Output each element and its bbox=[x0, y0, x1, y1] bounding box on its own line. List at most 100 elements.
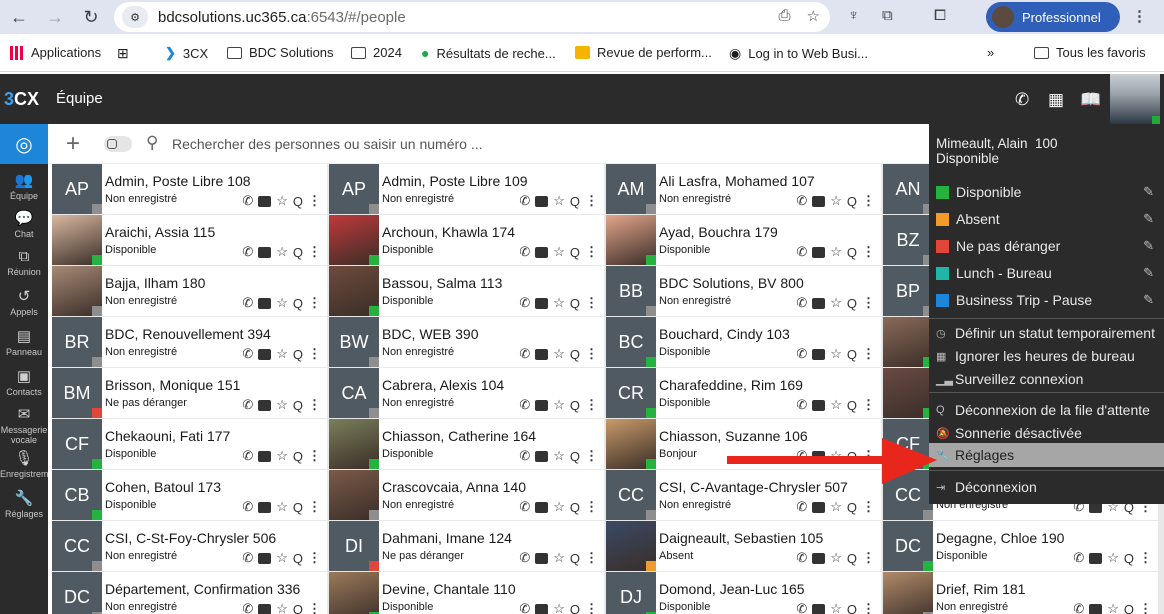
contact-avatar[interactable]: BR bbox=[52, 317, 102, 367]
sidebar-item-reunion[interactable]: ⧉ Réunion bbox=[0, 248, 48, 277]
contact-avatar[interactable]: DS bbox=[606, 521, 656, 571]
contact-avatar[interactable]: DC bbox=[329, 572, 379, 614]
queue-icon[interactable]: Q bbox=[847, 551, 857, 566]
call-icon[interactable]: ✆ bbox=[1073, 601, 1084, 614]
star-icon[interactable]: ☆ bbox=[553, 295, 565, 311]
call-icon[interactable]: ✆ bbox=[242, 601, 253, 614]
more-icon[interactable]: ⋮ bbox=[1139, 601, 1152, 614]
chat-icon[interactable] bbox=[1089, 603, 1103, 614]
chat-icon[interactable] bbox=[258, 348, 272, 360]
bookmarks-overflow[interactable]: » bbox=[987, 45, 994, 60]
contact-avatar[interactable] bbox=[883, 317, 933, 367]
contact-avatar[interactable]: BM bbox=[52, 368, 102, 418]
contact-avatar[interactable]: AP bbox=[52, 164, 102, 214]
contact-card[interactable]: AKArchoun, Khawla 174 Disponible ✆ ☆ Q ⋮ bbox=[329, 215, 604, 265]
profile-button[interactable]: Professionnel bbox=[986, 2, 1120, 32]
call-icon[interactable]: ✆ bbox=[796, 244, 807, 260]
queue-icon[interactable]: Q bbox=[570, 347, 580, 362]
menu-monitor-connection[interactable]: ▁▃ Surveillez connexion bbox=[929, 366, 1164, 392]
more-icon[interactable]: ⋮ bbox=[585, 550, 598, 566]
star-icon[interactable]: ☆ bbox=[830, 346, 842, 362]
call-icon[interactable]: ✆ bbox=[1073, 550, 1084, 566]
star-icon[interactable]: ☆ bbox=[830, 397, 842, 413]
status-lunch-bureau[interactable]: Lunch - Bureau ✎ bbox=[929, 260, 1164, 286]
add-icon[interactable]: + bbox=[66, 130, 80, 158]
more-icon[interactable]: ⋮ bbox=[308, 499, 321, 515]
star-icon[interactable]: ☆ bbox=[830, 499, 842, 515]
bookmark-login[interactable]: ◉ Log in to Web Busi... bbox=[729, 45, 868, 62]
bookmark-bdc-solutions[interactable]: BDC Solutions bbox=[227, 45, 334, 60]
queue-icon[interactable]: Q bbox=[570, 194, 580, 209]
puzzle-icon[interactable]: ⧉ bbox=[882, 7, 893, 24]
contact-card[interactable]: CCChiasson, Catherine 164 Disponible ✆ ☆ Q ⋮ bbox=[329, 419, 604, 469]
chat-icon[interactable] bbox=[258, 246, 272, 258]
queue-icon[interactable]: Q bbox=[293, 347, 303, 362]
site-info-icon[interactable]: ⚙ bbox=[122, 6, 148, 28]
bookmark-applications[interactable]: Applications bbox=[10, 45, 101, 60]
queue-icon[interactable]: Q bbox=[570, 245, 580, 260]
contact-card[interactable]: BW BDC, WEB 390 Non enregistré ✆ ☆ Q ⋮ bbox=[329, 317, 604, 367]
chrome-app-icon[interactable]: ◎ bbox=[0, 124, 48, 164]
address-bar[interactable]: ⚙ bdcsolutions.uc365.ca:6543/#/people ⎙ … bbox=[114, 2, 830, 32]
user-avatar[interactable] bbox=[1110, 74, 1160, 124]
more-icon[interactable]: ⋮ bbox=[585, 499, 598, 515]
contact-avatar[interactable]: CC bbox=[52, 521, 102, 571]
more-icon[interactable]: ⋮ bbox=[585, 193, 598, 209]
contact-avatar[interactable]: DJ bbox=[606, 572, 656, 614]
star-icon[interactable]: ☆ bbox=[553, 550, 565, 566]
pencil-icon[interactable]: ✎ bbox=[1143, 265, 1154, 281]
queue-icon[interactable]: Q bbox=[1124, 551, 1134, 566]
star-icon[interactable]: ☆ bbox=[1107, 550, 1119, 566]
back-icon[interactable]: ← bbox=[4, 2, 34, 32]
chat-icon[interactable] bbox=[535, 246, 549, 258]
more-icon[interactable]: ⋮ bbox=[862, 295, 875, 311]
queue-icon[interactable]: Q bbox=[293, 551, 303, 566]
more-icon[interactable]: ⋮ bbox=[585, 601, 598, 614]
contact-avatar[interactable]: CC bbox=[606, 470, 656, 520]
contact-avatar[interactable]: CC bbox=[329, 419, 379, 469]
star-icon[interactable]: ☆ bbox=[276, 346, 288, 362]
chat-icon[interactable] bbox=[812, 603, 826, 614]
bookmark-revue[interactable]: Revue de perform... bbox=[575, 45, 712, 60]
call-icon[interactable]: ✆ bbox=[242, 550, 253, 566]
contact-avatar[interactable]: DC bbox=[883, 521, 933, 571]
queue-icon[interactable]: Q bbox=[847, 296, 857, 311]
call-icon[interactable]: ✆ bbox=[242, 346, 253, 362]
extension-icon[interactable]: ♆ bbox=[848, 7, 859, 24]
contact-avatar[interactable]: BI bbox=[52, 266, 102, 316]
contact-card[interactable]: CB Cohen, Batoul 173 Disponible ✆ ☆ Q ⋮ bbox=[52, 470, 327, 520]
more-icon[interactable]: ⋮ bbox=[862, 601, 875, 614]
menu-settings[interactable]: 🔧 Réglages bbox=[929, 443, 1164, 467]
contact-card[interactable]: CC CSI, C-St-Foy-Chrysler 506 Non enregist… bbox=[52, 521, 327, 571]
star-icon[interactable]: ☆ bbox=[276, 193, 288, 209]
queue-icon[interactable]: Q bbox=[293, 449, 303, 464]
star-icon[interactable]: ☆ bbox=[276, 499, 288, 515]
status-absent[interactable]: Absent ✎ bbox=[929, 206, 1164, 232]
queue-icon[interactable]: Q bbox=[570, 551, 580, 566]
contact-card[interactable]: BIBajja, Ilham 180 Non enregistré ✆ ☆ Q ⋮ bbox=[52, 266, 327, 316]
contact-avatar[interactable]: DR bbox=[883, 572, 933, 614]
star-icon[interactable]: ☆ bbox=[276, 601, 288, 614]
queue-icon[interactable]: Q bbox=[293, 194, 303, 209]
chat-icon[interactable] bbox=[258, 603, 272, 614]
call-icon[interactable]: ✆ bbox=[796, 193, 807, 209]
contact-avatar[interactable]: BS bbox=[329, 266, 379, 316]
chat-icon[interactable] bbox=[812, 297, 826, 309]
star-icon[interactable]: ☆ bbox=[553, 193, 565, 209]
call-icon[interactable]: ✆ bbox=[519, 499, 530, 515]
contact-card[interactable]: CR Charafeddine, Rim 169 Disponible ✆ ☆ Q ⋮ bbox=[606, 368, 881, 418]
phone-icon[interactable]: ✆ bbox=[1015, 90, 1029, 110]
queue-icon[interactable]: Q bbox=[847, 398, 857, 413]
book-icon[interactable]: 📖 bbox=[1080, 90, 1101, 110]
contact-card[interactable]: BC Bouchard, Cindy 103 Disponible ✆ ☆ Q ⋮ bbox=[606, 317, 881, 367]
star-icon[interactable]: ☆ bbox=[276, 295, 288, 311]
contact-card[interactable]: DC Degagne, Chloe 190 Disponible ✆ ☆ Q ⋮ bbox=[883, 521, 1158, 571]
more-icon[interactable]: ⋮ bbox=[585, 295, 598, 311]
sidebar-item-contacts[interactable]: ▣ Contacts bbox=[0, 368, 48, 397]
star-icon[interactable]: ☆ bbox=[553, 601, 565, 614]
bookmark-2024[interactable]: 2024 bbox=[351, 45, 402, 60]
chat-icon[interactable] bbox=[535, 399, 549, 411]
chat-icon[interactable] bbox=[812, 399, 826, 411]
call-icon[interactable]: ✆ bbox=[796, 295, 807, 311]
star-icon[interactable]: ☆ bbox=[553, 244, 565, 260]
